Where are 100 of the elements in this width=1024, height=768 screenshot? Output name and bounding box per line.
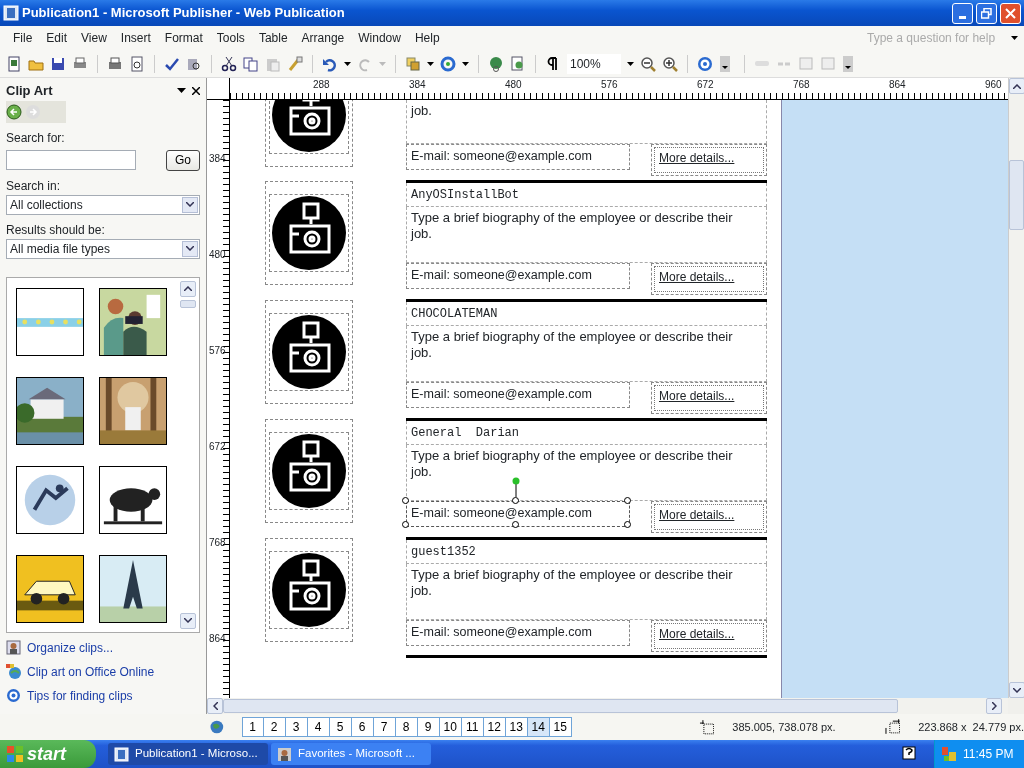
search-field[interactable] xyxy=(6,150,136,170)
dropdown-icon[interactable] xyxy=(627,61,634,66)
scroll-right-button[interactable] xyxy=(986,698,1002,714)
pane-title: Clip Art xyxy=(6,82,54,100)
more-details-link[interactable]: More details... xyxy=(654,623,764,649)
save-icon[interactable] xyxy=(50,55,66,72)
scroll-down-button[interactable] xyxy=(1009,682,1024,698)
photo-frame[interactable] xyxy=(265,538,353,642)
printer-icon[interactable] xyxy=(107,55,123,72)
page-tab[interactable]: 13 xyxy=(505,717,528,737)
close-button[interactable] xyxy=(1000,2,1021,24)
page-tab[interactable]: 14 xyxy=(527,717,550,737)
menu-item[interactable]: Edit xyxy=(39,29,75,47)
taskbar-button[interactable]: Publication1 - Microso... xyxy=(108,743,268,765)
photo-frame[interactable] xyxy=(265,300,353,404)
app-icon xyxy=(3,5,19,21)
back-icon[interactable] xyxy=(6,103,22,120)
camera-icon xyxy=(272,553,346,627)
more-details-link[interactable]: More details... xyxy=(654,504,764,530)
dropdown-icon[interactable] xyxy=(462,61,469,66)
go-button[interactable]: Go xyxy=(166,149,200,171)
help-search-field[interactable]: Type a question for help xyxy=(865,28,1005,48)
selection-handle[interactable] xyxy=(624,497,631,504)
selection-handle[interactable] xyxy=(402,497,409,504)
scrollbar-thumb[interactable] xyxy=(1009,160,1024,230)
page-tab[interactable]: 8 xyxy=(395,717,418,737)
menu-item[interactable]: Arrange xyxy=(294,29,352,47)
office-online-globe-icon[interactable] xyxy=(6,664,21,679)
page-tab[interactable]: 7 xyxy=(373,717,396,737)
format-painter-icon[interactable] xyxy=(287,55,303,72)
print-preview-icon[interactable] xyxy=(129,55,145,72)
email-text: E-mail: someone@example.com xyxy=(406,144,630,170)
position-icon xyxy=(698,719,715,735)
task-pane-link[interactable]: Organize clips... xyxy=(27,638,114,657)
dropdown-icon[interactable] xyxy=(177,88,186,94)
menu-item[interactable]: View xyxy=(74,29,114,47)
task-pane-link[interactable]: Tips for finding clips xyxy=(27,686,133,705)
organize-clips-icon[interactable] xyxy=(6,640,21,655)
photo-frame[interactable] xyxy=(265,181,353,285)
dropdown-icon[interactable] xyxy=(344,61,351,66)
zoom-field[interactable]: 100% xyxy=(567,53,621,74)
size-readout: 223.868 x 24.779 px. xyxy=(918,719,1024,735)
ruler-label: 384 xyxy=(209,154,226,164)
more-details-link[interactable]: More details... xyxy=(654,147,764,173)
photo-frame[interactable] xyxy=(265,419,353,523)
page-tab[interactable]: 15 xyxy=(549,717,572,737)
page-tab[interactable]: 1 xyxy=(241,717,264,737)
more-details-link[interactable]: More details... xyxy=(654,266,764,292)
selection-handle[interactable] xyxy=(512,521,519,528)
page-tab[interactable]: 11 xyxy=(461,717,484,737)
scrollbar-thumb[interactable] xyxy=(180,299,196,308)
scroll-left-button[interactable] xyxy=(207,698,223,714)
email-text: E-mail: someone@example.com xyxy=(406,382,630,408)
scroll-up-button[interactable] xyxy=(180,280,196,297)
web-globe-icon[interactable] xyxy=(210,720,224,734)
page-tab[interactable]: 12 xyxy=(483,717,506,737)
menu-item[interactable]: Help xyxy=(407,29,447,47)
selection-handle[interactable] xyxy=(402,521,409,528)
page-tab[interactable]: 10 xyxy=(439,717,462,737)
zoom-in-icon[interactable] xyxy=(662,55,678,72)
camera-icon xyxy=(272,315,346,389)
minimize-button[interactable] xyxy=(952,2,973,24)
page-tab[interactable]: 4 xyxy=(307,717,330,737)
copy-icon[interactable] xyxy=(243,55,259,72)
help-tray-icon[interactable] xyxy=(902,746,916,762)
ruler-label: 480 xyxy=(209,250,226,260)
cut-icon[interactable] xyxy=(221,55,237,72)
menu-item[interactable]: Insert xyxy=(113,29,158,47)
selection-handle[interactable] xyxy=(624,521,631,528)
menu-item[interactable]: Table xyxy=(251,29,295,47)
menu-item[interactable]: Tools xyxy=(209,29,252,47)
new-document-icon[interactable] xyxy=(6,55,22,72)
page-tab[interactable]: 3 xyxy=(285,717,308,737)
search-in-dropdown[interactable]: All collections xyxy=(6,194,200,215)
ruler-label: 480 xyxy=(505,80,522,90)
taskbar-button[interactable]: Favorites - Microsoft ... xyxy=(271,743,431,765)
menu-item[interactable]: File xyxy=(6,29,40,47)
restore-button[interactable] xyxy=(976,2,997,24)
windows-flag-icon xyxy=(6,745,24,763)
page-tab[interactable]: 6 xyxy=(351,717,374,737)
results-type-dropdown[interactable]: All media file types xyxy=(6,238,200,259)
scroll-down-button[interactable] xyxy=(180,612,196,629)
scrollbar-thumb[interactable] xyxy=(223,699,898,713)
task-pane-link[interactable]: Clip art on Office Online xyxy=(27,662,155,681)
scroll-up-button[interactable] xyxy=(1009,78,1024,94)
menu-item[interactable]: Format xyxy=(157,29,210,47)
page-tab[interactable]: 5 xyxy=(329,717,352,737)
menu-item[interactable]: Window xyxy=(351,29,408,47)
web-preview-icon[interactable] xyxy=(510,55,526,72)
zoom-out-icon[interactable] xyxy=(640,55,656,72)
more-details-link[interactable]: More details... xyxy=(654,385,764,411)
page-tab[interactable]: 2 xyxy=(263,717,286,737)
dropdown-icon[interactable] xyxy=(1011,36,1018,40)
email-text: E-mail: someone@example.com xyxy=(406,620,630,646)
page-tab[interactable]: 9 xyxy=(417,717,440,737)
selection-handle[interactable] xyxy=(512,497,519,504)
dropdown-icon[interactable] xyxy=(427,61,434,66)
arrange-objects-icon[interactable] xyxy=(405,55,421,72)
close-icon[interactable] xyxy=(192,86,200,95)
rotation-handle[interactable] xyxy=(512,477,520,497)
